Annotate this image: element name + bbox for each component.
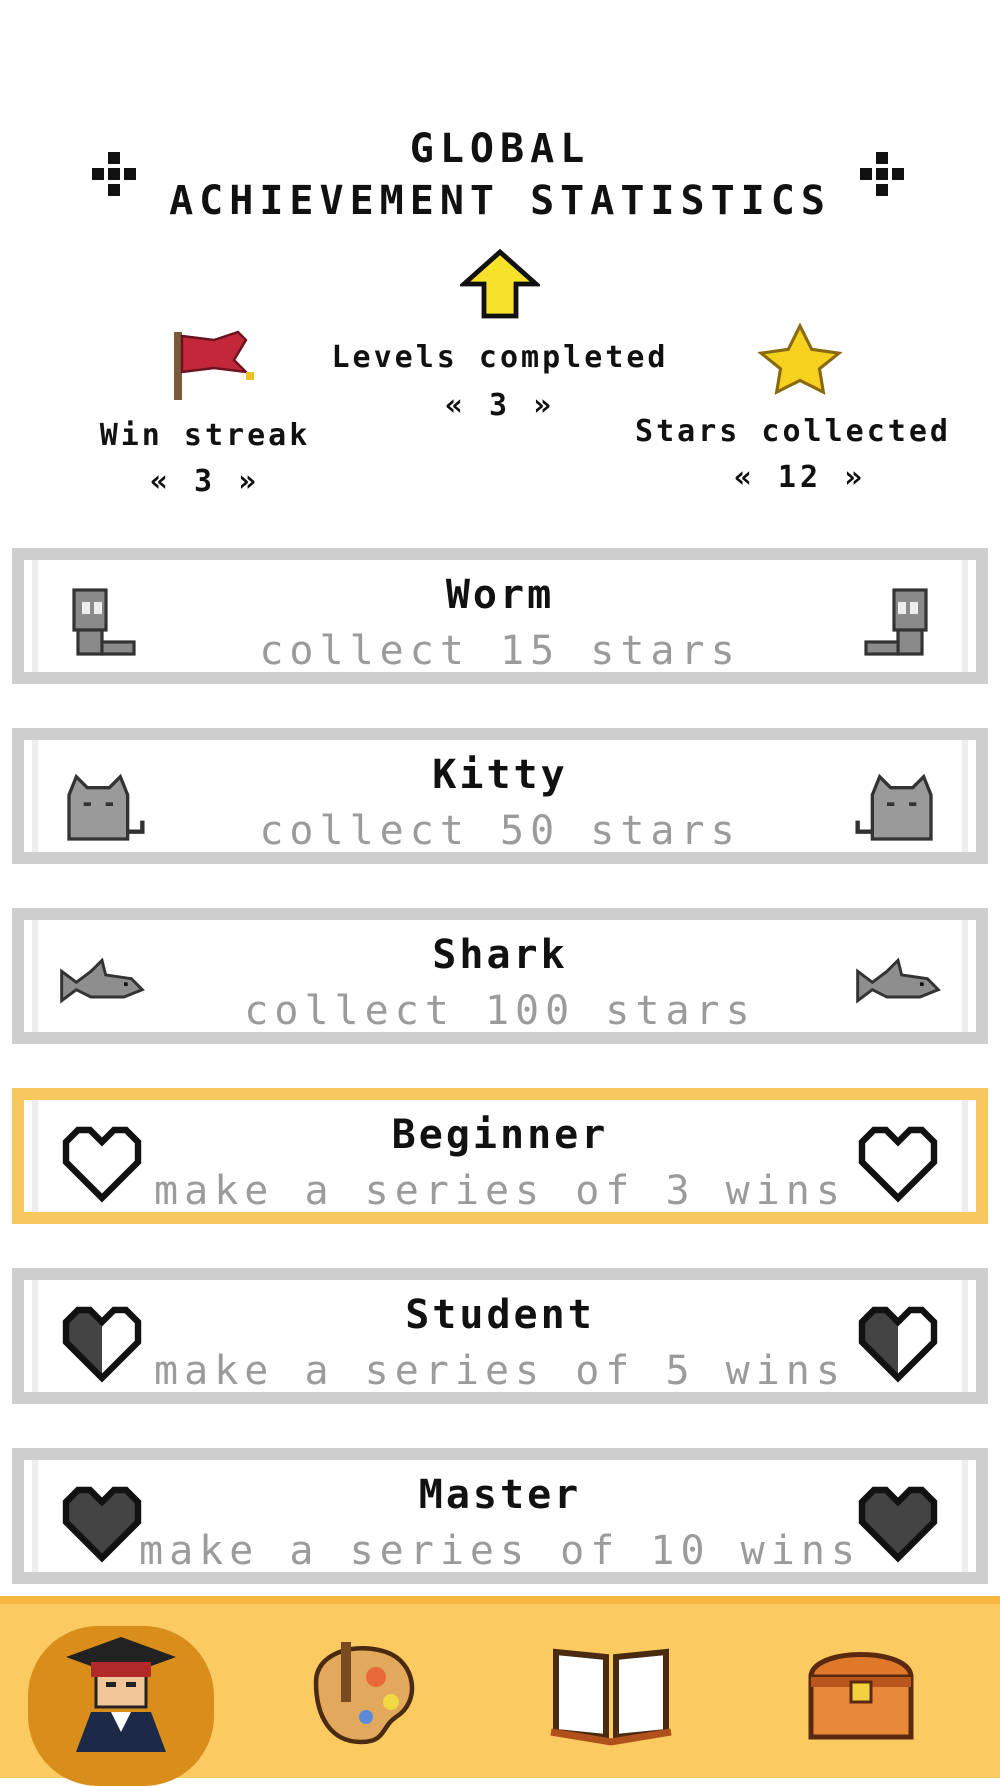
achievement-description: collect 100 stars [244,988,756,1034]
achievement-title: Kitty [432,752,568,798]
achievement-card-kitty[interactable]: Kitty collect 50 stars [12,728,988,864]
palette-icon[interactable] [296,1632,426,1752]
page-title-line2: ACHIEVEMENT STATISTICS [169,178,831,224]
win-streak-value: « 3 » [149,464,261,499]
achievement-card-beginner[interactable]: Beginner make a series of 3 wins [12,1088,988,1224]
arrow-up-icon [460,248,540,319]
cat-icon [855,773,933,841]
book-icon[interactable] [546,1632,676,1752]
achievement-card-shark[interactable]: Shark collect 100 stars [12,908,988,1044]
achievement-description: collect 50 stars [259,808,741,854]
achievement-description: make a series of 3 wins [154,1168,846,1214]
achievement-title: Master [418,1472,582,1518]
shark-icon [856,957,941,1004]
stars-collected-label: Stars collected [635,414,951,449]
red-flag-icon [174,330,254,400]
achievement-description: collect 15 stars [259,628,741,674]
worm-icon [864,588,928,656]
treasure-chest-icon[interactable] [796,1632,926,1752]
achievement-description: make a series of 5 wins [154,1348,846,1394]
achievement-title: Shark [432,932,568,978]
achievement-card-student[interactable]: Student make a series of 5 wins [12,1268,988,1404]
achievement-title: Student [405,1292,595,1338]
graduate-avatar-icon[interactable] [56,1632,186,1752]
heart-full-icon [858,1486,938,1563]
heart-half-icon [858,1306,938,1383]
achievement-card-worm[interactable]: Worm collect 15 stars [12,548,988,684]
achievement-title: Beginner [391,1112,609,1158]
achievement-description: make a series of 10 wins [139,1528,861,1574]
win-streak-label: Win streak [99,418,311,453]
levels-completed-value: « 3 » [444,388,556,423]
stars-collected-value: « 12 » [733,460,867,495]
achievement-title: Worm [445,572,555,618]
heart-empty-icon [858,1126,938,1203]
levels-completed-label: Levels completed [331,340,669,375]
page-title-line1: GLOBAL [409,126,591,172]
star-icon [757,322,843,395]
bottom-nav [0,1596,1000,1786]
achievement-card-master[interactable]: Master make a series of 10 wins [12,1448,988,1584]
